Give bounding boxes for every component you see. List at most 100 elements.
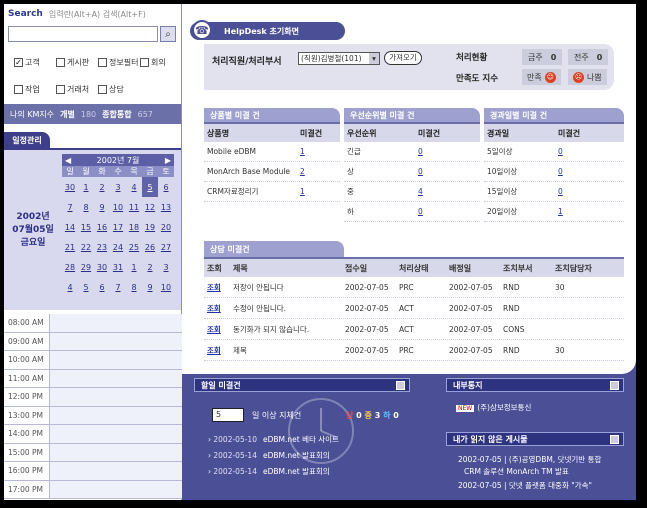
calendar-day[interactable]: 3 bbox=[110, 177, 126, 197]
view-link[interactable]: 조회 bbox=[204, 303, 230, 314]
calendar-day[interactable]: 5 bbox=[78, 277, 94, 297]
calendar-day[interactable]: 8 bbox=[78, 197, 94, 217]
notice-item[interactable]: NEW (주)삼보정보통신 bbox=[456, 402, 531, 413]
view-link[interactable]: 조회 bbox=[204, 324, 230, 335]
calendar-day[interactable]: 28 bbox=[62, 257, 78, 277]
calendar-day[interactable]: 30 bbox=[62, 177, 78, 197]
calendar-day[interactable]: 1 bbox=[126, 257, 142, 277]
calendar-day[interactable]: 21 bbox=[62, 237, 78, 257]
calendar-day[interactable]: 4 bbox=[126, 177, 142, 197]
row-count-link[interactable]: 0 bbox=[558, 187, 608, 196]
calendar-day[interactable]: 16 bbox=[94, 217, 110, 237]
filter-info[interactable]: 정보필터 bbox=[98, 52, 140, 74]
calendar-day[interactable]: 14 bbox=[62, 217, 78, 237]
calendar-day[interactable]: 24 bbox=[110, 237, 126, 257]
news-item[interactable]: › 2002-05-14 eDBM.net 발표회의 bbox=[208, 466, 330, 477]
filter-partner[interactable]: 거래처 bbox=[56, 79, 98, 101]
calendar-day[interactable]: 31 bbox=[110, 257, 126, 277]
row-count-link[interactable]: 0 bbox=[418, 167, 468, 176]
row-count-link[interactable]: 1 bbox=[300, 187, 340, 196]
calendar-day[interactable]: 29 bbox=[78, 257, 94, 277]
time-slot[interactable]: 12:00 PM bbox=[4, 388, 182, 407]
row-count-link[interactable]: 0 bbox=[418, 147, 468, 156]
frown-icon: ☹ bbox=[573, 71, 584, 83]
time-slot[interactable]: 17:00 PM bbox=[4, 480, 182, 499]
calendar-day[interactable]: 3 bbox=[158, 257, 174, 277]
view-link[interactable]: 조회 bbox=[204, 282, 230, 293]
next-month-icon[interactable]: ▶ bbox=[165, 156, 171, 165]
calendar-day[interactable]: 2 bbox=[142, 257, 158, 277]
prev-month-icon[interactable]: ◀ bbox=[65, 156, 71, 165]
calendar-day[interactable]: 12 bbox=[142, 197, 158, 217]
calendar-day[interactable]: 9 bbox=[94, 197, 110, 217]
calendar-day[interactable]: 2 bbox=[94, 177, 110, 197]
calendar-day[interactable]: 25 bbox=[126, 237, 142, 257]
time-slot[interactable]: 09:00 AM bbox=[4, 332, 182, 351]
search-input[interactable] bbox=[8, 26, 158, 42]
row-count-link[interactable]: 0 bbox=[558, 167, 608, 176]
row-count-link[interactable]: 0 bbox=[418, 207, 468, 216]
search-button[interactable]: ⌕ bbox=[160, 26, 176, 42]
filter-task[interactable]: 작업 bbox=[14, 79, 56, 101]
time-slot[interactable]: 13:00 PM bbox=[4, 406, 182, 425]
calendar-day[interactable]: 30 bbox=[94, 257, 110, 277]
time-slot[interactable]: 16:00 PM bbox=[4, 462, 182, 481]
fetch-button[interactable]: 가져오기 bbox=[384, 51, 422, 65]
collapse-icon[interactable] bbox=[610, 435, 619, 444]
calendar-day[interactable]: 26 bbox=[142, 237, 158, 257]
calendar-day[interactable]: 7 bbox=[62, 197, 78, 217]
calendar-day[interactable]: 6 bbox=[158, 177, 174, 197]
calendar-day[interactable]: 11 bbox=[126, 197, 142, 217]
row-count-link[interactable]: 1 bbox=[300, 147, 340, 156]
collapse-icon[interactable] bbox=[610, 381, 619, 390]
view-link[interactable]: 조회 bbox=[204, 345, 230, 356]
calendar-day[interactable]: 19 bbox=[142, 217, 158, 237]
collapse-icon[interactable] bbox=[396, 381, 405, 390]
satisfaction-good[interactable]: 만족 ☺ bbox=[522, 69, 561, 85]
unread-item[interactable]: 2002-07-05 | (주)공영DBM, 닷넷기반 통합 bbox=[458, 454, 601, 465]
row-count-link[interactable]: 4 bbox=[418, 187, 468, 196]
calendar-day[interactable]: 13 bbox=[158, 197, 174, 217]
calendar-day[interactable]: 23 bbox=[94, 237, 110, 257]
filter-customer[interactable]: ✓ 고객 bbox=[14, 52, 56, 74]
calendar-area: 2002년 07월05일 금요일 ◀ 2002년 7월 ▶ 일 월 화 수 목 금 토 30 1… bbox=[4, 150, 181, 310]
time-slot[interactable]: 15:00 PM bbox=[4, 443, 182, 462]
time-slot[interactable]: 14:00 PM bbox=[4, 425, 182, 444]
satisfaction-bad[interactable]: ☹ 나쁨 bbox=[568, 69, 607, 85]
news-item[interactable]: › 2002-05-10 eDBM.net 베타 사이트 bbox=[208, 434, 339, 445]
row-count-link[interactable]: 0 bbox=[558, 147, 608, 156]
priority-panel: 우선순위별 미결 건 우선순위 미결건 긴급 0 상 0 중 4 하 0 bbox=[344, 108, 480, 222]
table-cell: ACT bbox=[399, 324, 414, 334]
calendar-day[interactable]: 9 bbox=[142, 277, 158, 297]
news-item[interactable]: › 2002-05-14 eDBM.net 발표회의 bbox=[208, 450, 330, 461]
time-slot[interactable]: 11:00 AM bbox=[4, 369, 182, 388]
calendar-day[interactable]: 1 bbox=[78, 177, 94, 197]
calendar-day[interactable]: 5 bbox=[142, 177, 158, 197]
dept-select[interactable]: (직원)김병철(101) bbox=[298, 52, 380, 65]
filter-meeting[interactable]: 회의 bbox=[140, 52, 176, 74]
time-slot[interactable]: 08:00 AM bbox=[4, 314, 182, 333]
calendar-day[interactable]: 10 bbox=[158, 277, 174, 297]
km-tab-individual[interactable]: 개별 bbox=[60, 109, 75, 120]
calendar-day[interactable]: 8 bbox=[126, 277, 142, 297]
calendar-day[interactable]: 22 bbox=[78, 237, 94, 257]
delay-days-select[interactable]: 5 bbox=[212, 408, 244, 422]
calendar-day[interactable]: 6 bbox=[94, 277, 110, 297]
calendar-day[interactable]: 10 bbox=[110, 197, 126, 217]
calendar-day[interactable]: 7 bbox=[110, 277, 126, 297]
filter-board[interactable]: 게시판 bbox=[56, 52, 98, 74]
unread-item-cont[interactable]: CRM 솔루션 MonArch TM 발표 bbox=[464, 466, 569, 477]
calendar-day[interactable]: 27 bbox=[158, 237, 174, 257]
filter-consult[interactable]: 상담 bbox=[98, 79, 140, 101]
calendar-day[interactable]: 18 bbox=[126, 217, 142, 237]
tab-schedule[interactable]: 일정관리 bbox=[4, 132, 50, 148]
calendar-day[interactable]: 17 bbox=[110, 217, 126, 237]
time-slot[interactable]: 10:00 AM bbox=[4, 351, 182, 370]
calendar-day[interactable]: 15 bbox=[78, 217, 94, 237]
unread-item[interactable]: 2002-07-05 | 닷넷 플랫폼 대중화 "가속" bbox=[458, 480, 592, 491]
row-count-link[interactable]: 1 bbox=[558, 207, 608, 216]
calendar-day[interactable]: 20 bbox=[158, 217, 174, 237]
calendar-day[interactable]: 4 bbox=[62, 277, 78, 297]
row-count-link[interactable]: 2 bbox=[300, 167, 340, 176]
km-tab-total[interactable]: 종합통합 bbox=[102, 109, 131, 120]
